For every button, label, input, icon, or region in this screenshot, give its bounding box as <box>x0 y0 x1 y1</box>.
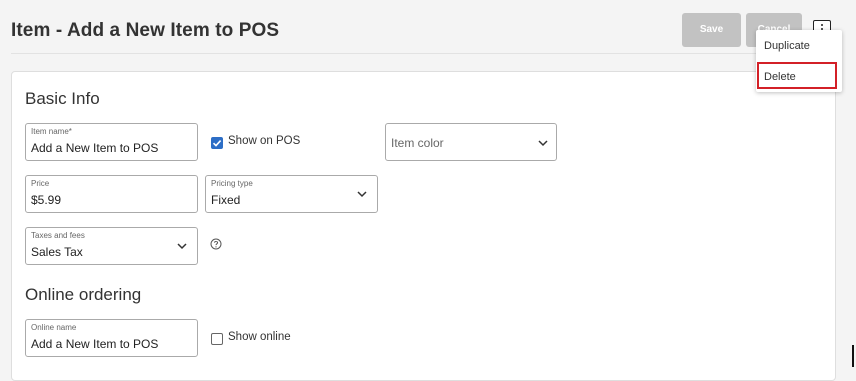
item-name-label: Item name* <box>31 127 72 136</box>
item-color-select[interactable]: Item color <box>385 123 557 161</box>
taxes-fees-value: Sales Tax <box>31 245 83 259</box>
item-color-placeholder: Item color <box>391 136 444 150</box>
item-form-card: Basic Info Item name* Add a New Item to … <box>11 71 836 381</box>
more-options-menu: Duplicate Delete <box>756 30 842 92</box>
taxes-fees-select[interactable]: Taxes and fees Sales Tax <box>25 227 198 265</box>
menu-item-duplicate[interactable]: Duplicate <box>756 32 842 60</box>
show-online-label: Show online <box>228 331 291 343</box>
online-ordering-heading: Online ordering <box>25 285 142 304</box>
taxes-fees-label: Taxes and fees <box>31 231 85 240</box>
chevron-down-icon <box>357 191 367 198</box>
save-button[interactable]: Save <box>682 13 741 47</box>
header-divider <box>11 53 836 54</box>
text-cursor <box>852 345 854 367</box>
menu-item-duplicate-label: Duplicate <box>764 40 810 52</box>
show-on-pos-label: Show on POS <box>228 135 301 147</box>
menu-item-delete[interactable]: Delete <box>757 62 837 89</box>
page-title: Item - Add a New Item to POS <box>11 20 280 41</box>
price-value: $5.99 <box>31 193 62 207</box>
pricing-type-label: Pricing type <box>211 179 253 188</box>
menu-item-delete-label: Delete <box>764 71 796 83</box>
pricing-type-select[interactable]: Pricing type Fixed <box>205 175 378 213</box>
item-name-value: Add a New Item to POS <box>31 141 159 155</box>
online-name-value: Add a New Item to POS <box>31 337 159 351</box>
price-field[interactable]: Price $5.99 <box>25 175 198 213</box>
chevron-down-icon <box>177 243 187 250</box>
help-circle-icon[interactable] <box>210 238 222 250</box>
item-name-field[interactable]: Item name* Add a New Item to POS <box>25 123 198 161</box>
online-name-field[interactable]: Online name Add a New Item to POS <box>25 319 198 357</box>
price-label: Price <box>31 179 50 188</box>
chevron-down-icon <box>538 140 548 147</box>
checkbox-empty-icon <box>211 333 223 345</box>
pricing-type-value: Fixed <box>211 193 241 207</box>
online-name-label: Online name <box>31 323 77 332</box>
page-header: Item - Add a New Item to POS Save Cancel <box>0 0 856 60</box>
check-icon <box>211 137 223 149</box>
basic-info-heading: Basic Info <box>25 89 100 108</box>
